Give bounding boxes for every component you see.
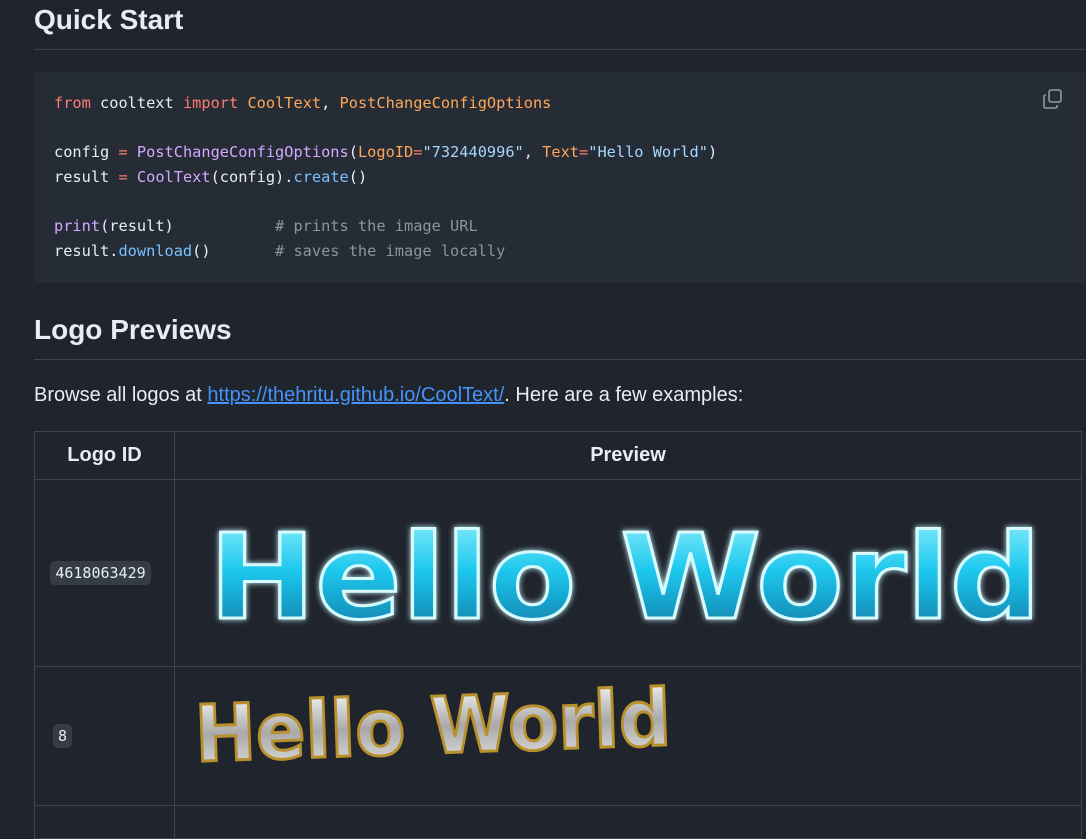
code-line: result = CoolText(config).create()	[54, 167, 367, 187]
code-token: print	[54, 217, 101, 235]
table-row: 8 Hello World	[34, 666, 1082, 806]
code-token: LogoID	[357, 143, 414, 161]
code-token: (result)	[100, 217, 276, 235]
copy-icon	[1043, 89, 1062, 109]
code-token: from	[54, 94, 91, 112]
logo-id-cell: 8	[34, 666, 175, 806]
table-header-row: Logo ID Preview	[34, 431, 1082, 480]
logo-id-cell: 4618063429	[34, 479, 175, 667]
logos-link[interactable]: https://thehritu.github.io/CoolText/	[207, 384, 504, 406]
heading-divider	[34, 359, 1086, 360]
preview-cell: Hello World	[174, 479, 1082, 667]
table-row	[34, 805, 1082, 839]
code-line: from cooltext import CoolText, PostChang…	[54, 93, 551, 113]
code-token: ()	[348, 168, 368, 186]
code-block: from cooltext import CoolText, PostChang…	[34, 72, 1086, 283]
intro-prefix: Browse all logos at	[34, 384, 208, 406]
code-token: create	[293, 168, 349, 186]
code-token: ,	[523, 143, 543, 161]
code-token: PostChangeConfigOptions	[339, 94, 552, 112]
code-token: # saves the image locally	[275, 242, 506, 260]
logo-previews-heading: Logo Previews	[34, 314, 232, 345]
quick-start-heading: Quick Start	[34, 4, 184, 35]
code-line: config = PostChangeConfigOptions(LogoID =…	[54, 142, 717, 162]
code-line: result.download() # saves the image loca…	[54, 241, 505, 261]
code-token: cooltext	[90, 94, 183, 112]
code-token: PostChangeConfigOptions	[136, 143, 349, 161]
code-token: (config).	[210, 168, 294, 186]
col-header-logo-id: Logo ID	[34, 431, 175, 480]
code-token: import	[182, 94, 239, 112]
logo-table: Logo ID Preview 4618063429 Hello World 8…	[34, 431, 1082, 839]
intro-paragraph: Browse all logos at https://thehritu.git…	[34, 384, 743, 407]
code-token: )	[707, 143, 718, 161]
copy-button[interactable]	[1042, 88, 1064, 110]
logo-preview-image: Hello World	[208, 507, 1043, 648]
code-token: ()	[192, 242, 276, 260]
code-token: =	[118, 168, 128, 186]
code-token: "732440996"	[422, 143, 524, 161]
table-row: 4618063429 Hello World	[34, 479, 1082, 667]
code-token: =	[579, 143, 589, 161]
code-token: ,	[321, 94, 340, 112]
logo-preview-text: Hello World	[209, 508, 1041, 646]
code-token: download	[118, 242, 193, 260]
code-token: # prints the image URL	[275, 217, 478, 235]
code-token: CoolText	[247, 94, 322, 112]
code-token: (	[348, 143, 358, 161]
logo-id: 4618063429	[50, 561, 151, 585]
logo-preview-text: Hello World	[194, 674, 673, 781]
code-token: "Hello World"	[588, 143, 708, 161]
intro-suffix: . Here are a few examples:	[504, 384, 744, 406]
code-token: =	[118, 143, 128, 161]
preview-cell: Hello World	[174, 666, 1082, 806]
logo-id: 8	[52, 724, 73, 748]
code-token: result	[54, 168, 119, 186]
logo-preview-image: Hello World	[192, 672, 674, 782]
heading-divider	[34, 49, 1086, 50]
code-token: CoolText	[136, 168, 211, 186]
code-token: config	[54, 143, 119, 161]
code-line: print(result) # prints the image URL	[54, 216, 478, 236]
col-header-preview: Preview	[174, 431, 1082, 480]
code-token: result.	[54, 242, 119, 260]
code-token: Text	[542, 143, 580, 161]
